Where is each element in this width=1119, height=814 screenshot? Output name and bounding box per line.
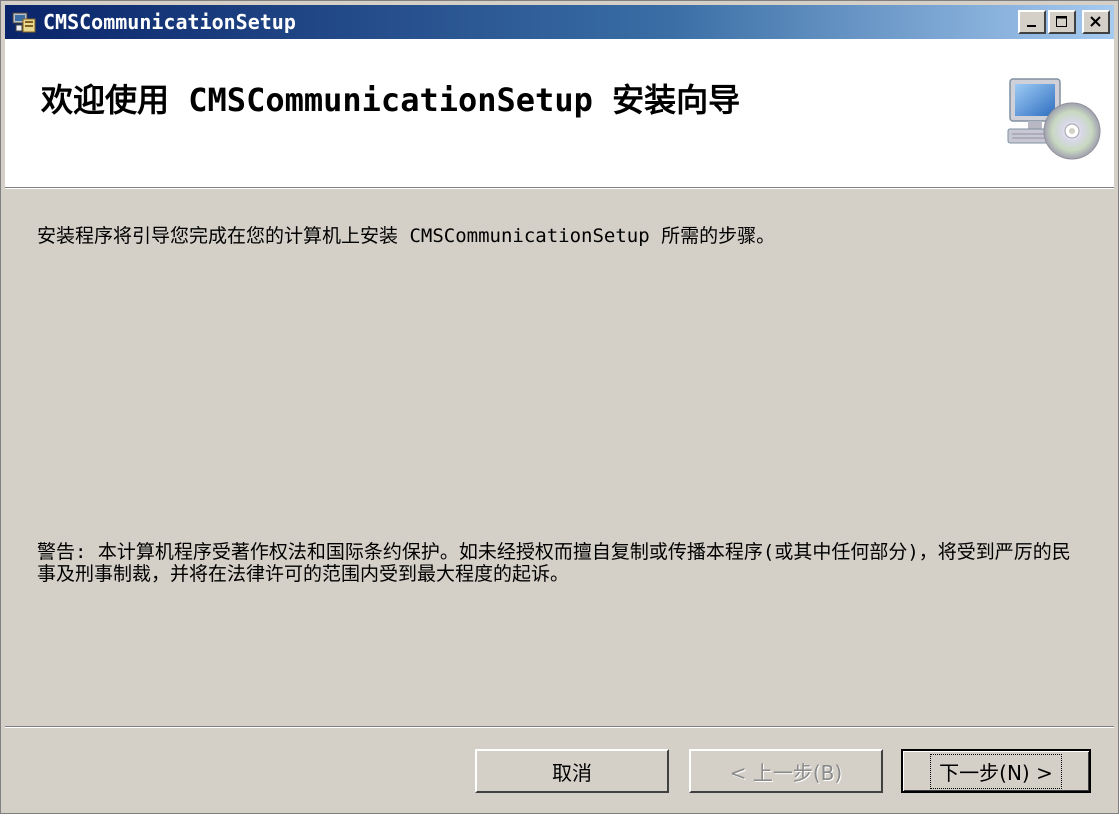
header-banner: 欢迎使用 CMSCommunicationSetup 安装向导 bbox=[5, 39, 1114, 187]
next-button[interactable]: 下一步(N) > bbox=[901, 749, 1091, 793]
close-icon bbox=[1090, 16, 1101, 27]
cancel-button[interactable]: 取消 bbox=[475, 749, 669, 793]
installer-app-icon bbox=[12, 12, 36, 33]
header-divider bbox=[5, 187, 1114, 189]
minimize-button[interactable] bbox=[1018, 10, 1046, 34]
back-button[interactable]: < 上一步(B) bbox=[689, 749, 883, 793]
installer-window: CMSCommunicationSetup 欢迎使用 CMSCommunicat… bbox=[0, 0, 1119, 814]
computer-cd-icon bbox=[1007, 78, 1101, 160]
window-title: CMSCommunicationSetup bbox=[43, 10, 296, 34]
page-title: 欢迎使用 CMSCommunicationSetup 安装向导 bbox=[41, 81, 741, 119]
next-button-label: 下一步(N) > bbox=[930, 753, 1062, 789]
title-bar[interactable]: CMSCommunicationSetup bbox=[5, 5, 1114, 39]
maximize-icon bbox=[1056, 16, 1067, 27]
window-controls bbox=[1018, 10, 1110, 34]
maximize-button[interactable] bbox=[1048, 10, 1076, 34]
minimize-icon bbox=[1027, 25, 1036, 27]
copyright-warning: 警告: 本计算机程序受著作权法和国际条约保护。如未经授权而擅自复制或传播本程序(… bbox=[37, 541, 1071, 585]
footer-divider bbox=[5, 726, 1114, 728]
intro-text: 安装程序将引导您完成在您的计算机上安装 CMSCommunicationSetu… bbox=[37, 225, 776, 247]
close-button[interactable] bbox=[1082, 10, 1110, 34]
